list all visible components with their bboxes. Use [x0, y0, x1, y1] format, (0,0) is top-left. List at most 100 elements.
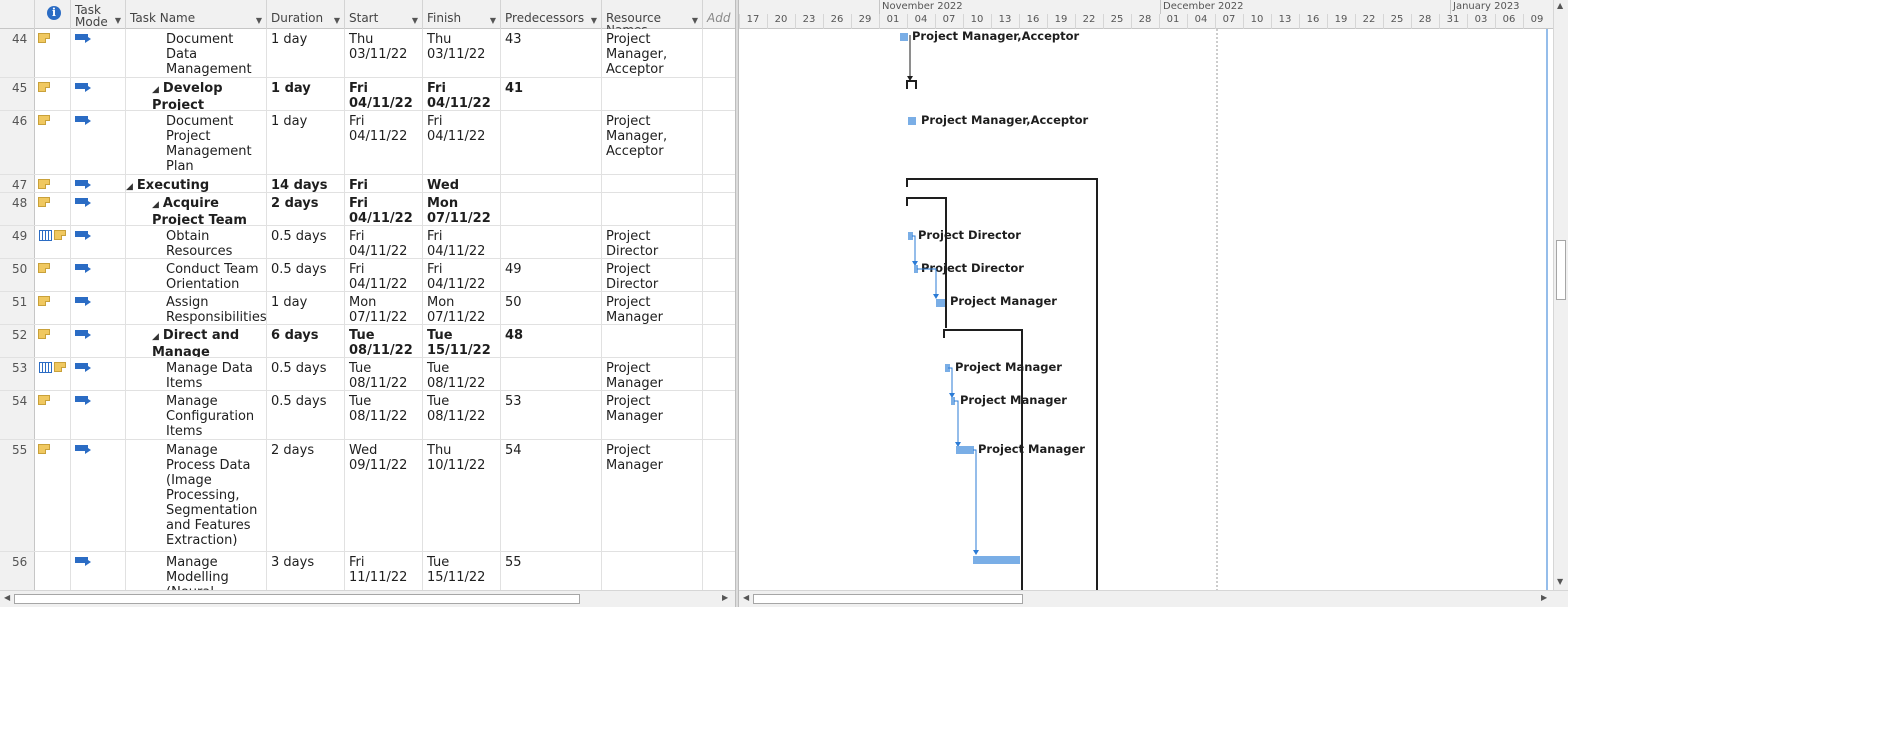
- row-number[interactable]: 54: [0, 391, 35, 439]
- dropdown-arrow-icon[interactable]: ▼: [591, 15, 597, 27]
- scroll-right-arrow-icon[interactable]: ▶: [1541, 593, 1547, 602]
- task-name-cell[interactable]: ◢ Acquire Project Team: [126, 193, 267, 225]
- add-column-cell[interactable]: [703, 175, 735, 192]
- indicators-cell[interactable]: [35, 552, 71, 590]
- row-number-header[interactable]: [0, 0, 35, 29]
- task-mode-cell[interactable]: [71, 193, 126, 225]
- row-number[interactable]: 50: [0, 259, 35, 291]
- dropdown-arrow-icon[interactable]: ▼: [115, 15, 121, 27]
- bar-resource-label[interactable]: Project Director: [918, 228, 1021, 242]
- indicators-cell[interactable]: [35, 78, 71, 110]
- task-name-cell[interactable]: ◢Develop Project Management Plan: [126, 78, 267, 110]
- note-icon[interactable]: [38, 329, 50, 339]
- finish-cell[interactable]: Tue 15/11/22: [423, 552, 501, 590]
- start-cell[interactable]: Tue 08/11/22: [345, 325, 423, 357]
- row-number[interactable]: 55: [0, 440, 35, 551]
- collapse-triangle-icon[interactable]: ◢: [126, 182, 133, 192]
- resource-names-cell[interactable]: Project Manager: [602, 391, 703, 439]
- add-column-cell[interactable]: [703, 226, 735, 258]
- task-mode-cell[interactable]: [71, 440, 126, 551]
- start-cell[interactable]: Tue 08/11/22: [345, 358, 423, 390]
- finish-cell[interactable]: Fri 04/11/22: [423, 78, 501, 110]
- indicators-cell[interactable]: [35, 193, 71, 225]
- resource-names-cell[interactable]: [602, 193, 703, 225]
- note-icon[interactable]: [54, 362, 66, 372]
- add-column-cell[interactable]: [703, 111, 735, 174]
- task-bar-44[interactable]: [900, 33, 908, 41]
- task-mode-cell[interactable]: [71, 175, 126, 192]
- resource-names-cell[interactable]: [602, 78, 703, 110]
- start-cell[interactable]: Fri 04/11/22: [345, 193, 423, 225]
- row-number[interactable]: 45: [0, 78, 35, 110]
- indicators-cell[interactable]: [35, 440, 71, 551]
- start-cell[interactable]: Fri 04/11/22: [345, 259, 423, 291]
- dropdown-arrow-icon[interactable]: ▼: [692, 15, 698, 27]
- row-number[interactable]: 46: [0, 111, 35, 174]
- task-mode-cell[interactable]: [71, 78, 126, 110]
- row-number[interactable]: 48: [0, 193, 35, 225]
- duration-cell[interactable]: 2 days: [267, 440, 345, 551]
- duration-cell[interactable]: 0.5 days: [267, 226, 345, 258]
- start-cell[interactable]: Fri 11/11/22: [345, 552, 423, 590]
- predecessors-cell[interactable]: 50: [501, 292, 602, 324]
- task-name-cell[interactable]: Manage Data Items: [126, 358, 267, 390]
- add-column-cell[interactable]: [703, 29, 735, 77]
- note-icon[interactable]: [38, 115, 50, 125]
- indicators-cell[interactable]: [35, 29, 71, 77]
- task-bar-51[interactable]: [936, 299, 945, 307]
- task-mode-cell[interactable]: [71, 226, 126, 258]
- finish-cell[interactable]: Thu 10/11/22: [423, 440, 501, 551]
- table-row[interactable]: 55 Manage Process Data (Image Processing,…: [0, 440, 735, 552]
- indicators-cell[interactable]: [35, 325, 71, 357]
- bar-resource-label[interactable]: Project Manager,Acceptor: [921, 113, 1089, 127]
- bar-resource-label[interactable]: Project Manager: [978, 442, 1085, 456]
- gantt-horizontal-scrollbar[interactable]: ◀ ▶: [739, 590, 1553, 607]
- resource-names-header[interactable]: Resource Names ▼: [602, 0, 703, 29]
- start-cell[interactable]: Fri 04/11/22: [345, 78, 423, 110]
- resource-names-cell[interactable]: Project Manager, Acceptor: [602, 111, 703, 174]
- start-header[interactable]: Start ▼: [345, 0, 423, 29]
- vertical-scrollbar[interactable]: ▲ ▼: [1553, 0, 1568, 590]
- scroll-up-arrow-icon[interactable]: ▲: [1557, 1, 1563, 10]
- indicators-header[interactable]: i: [35, 0, 71, 29]
- task-name-header[interactable]: Task Name ▼: [126, 0, 267, 29]
- start-cell[interactable]: Fri 04/11/22: [345, 175, 423, 192]
- finish-cell[interactable]: Fri 04/11/22: [423, 226, 501, 258]
- add-column-cell[interactable]: [703, 391, 735, 439]
- task-mode-cell[interactable]: [71, 552, 126, 590]
- task-mode-cell[interactable]: [71, 29, 126, 77]
- table-row[interactable]: 54 Manage Configuration Items (Software) 0…: [0, 391, 735, 440]
- start-cell[interactable]: Fri 04/11/22: [345, 111, 423, 174]
- note-icon[interactable]: [54, 230, 66, 240]
- task-name-cell[interactable]: ◢ Executing: [126, 175, 267, 192]
- task-mode-cell[interactable]: [71, 259, 126, 291]
- table-row[interactable]: 49 Obtain Resources 0.5 days Fri 04/11/22 Fr…: [0, 226, 735, 259]
- row-number[interactable]: 51: [0, 292, 35, 324]
- task-mode-cell[interactable]: [71, 325, 126, 357]
- duration-cell[interactable]: 2 days: [267, 193, 345, 225]
- duration-cell[interactable]: 0.5 days: [267, 391, 345, 439]
- start-cell[interactable]: Fri 04/11/22: [345, 226, 423, 258]
- grid-horizontal-scroll-thumb[interactable]: [14, 594, 580, 604]
- add-column-cell[interactable]: [703, 259, 735, 291]
- add-column-cell[interactable]: [703, 440, 735, 551]
- start-cell[interactable]: Mon 07/11/22: [345, 292, 423, 324]
- gantt-horizontal-scroll-thumb[interactable]: [753, 594, 1023, 604]
- predecessors-cell[interactable]: [501, 175, 602, 192]
- collapse-triangle-icon[interactable]: ◢: [152, 85, 159, 95]
- indicators-cell[interactable]: [35, 292, 71, 324]
- table-row[interactable]: 44 Document Data Management Plan 1 day Thu …: [0, 29, 735, 78]
- task-name-cell[interactable]: Conduct Team Orientation: [126, 259, 267, 291]
- table-row[interactable]: 46 Document Project Management Plan 1 day F…: [0, 111, 735, 175]
- predecessors-cell[interactable]: 54: [501, 440, 602, 551]
- resource-names-cell[interactable]: [602, 325, 703, 357]
- calendar-icon[interactable]: [39, 362, 52, 373]
- finish-cell[interactable]: Tue 08/11/22: [423, 391, 501, 439]
- task-mode-header[interactable]: Task Mode ▼: [71, 0, 126, 29]
- resource-names-cell[interactable]: [602, 175, 703, 192]
- predecessors-cell[interactable]: [501, 226, 602, 258]
- resource-names-cell[interactable]: Project Director: [602, 259, 703, 291]
- table-row[interactable]: 45 ◢Develop Project Management Plan 1 day F…: [0, 78, 735, 111]
- dropdown-arrow-icon[interactable]: ▼: [334, 15, 340, 27]
- task-mode-cell[interactable]: [71, 358, 126, 390]
